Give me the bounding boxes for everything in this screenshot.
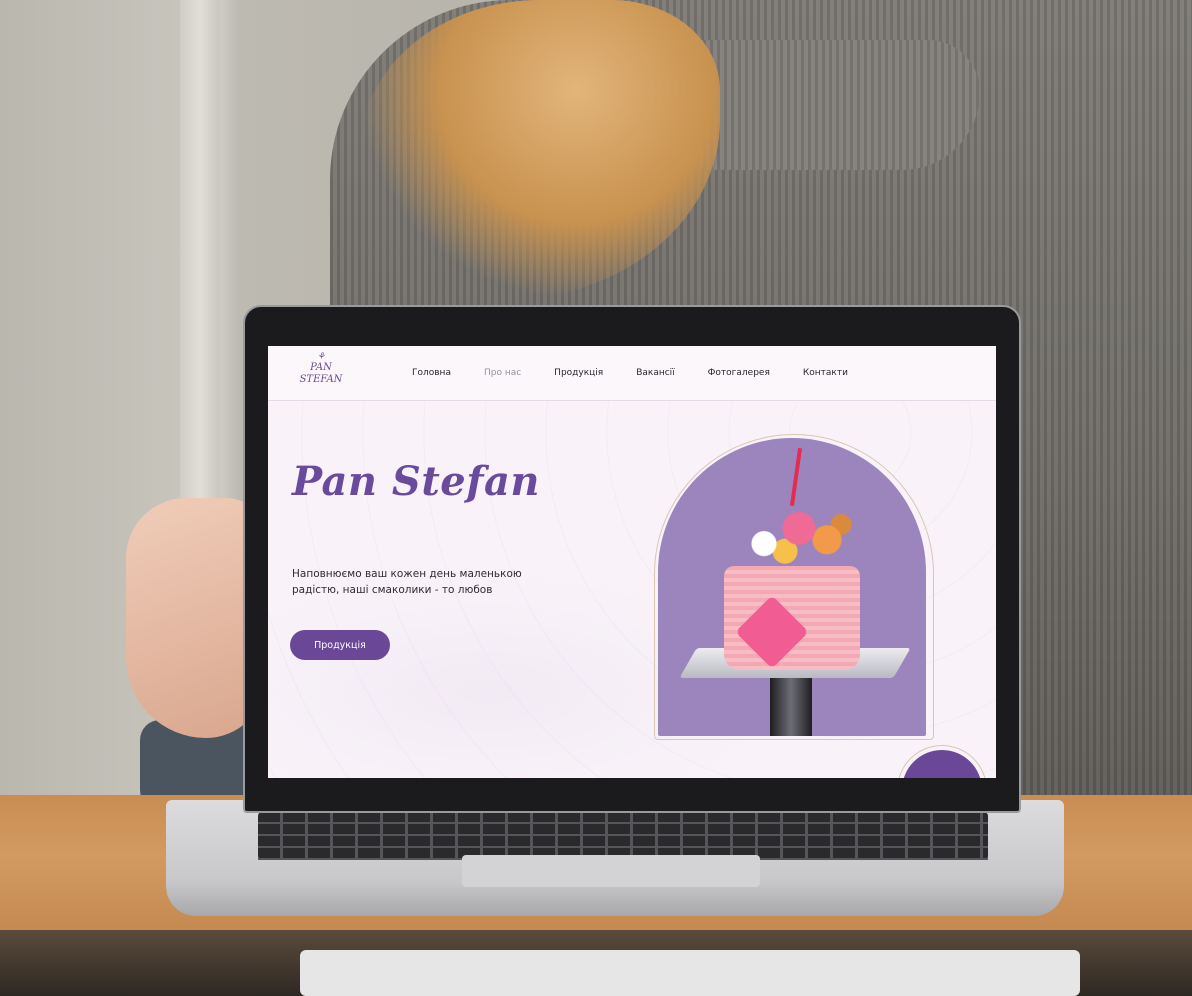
nav-item-vacancies[interactable]: Вакансії — [636, 368, 674, 378]
products-button[interactable]: Продукція — [290, 630, 390, 660]
laptop-keyboard — [258, 812, 988, 860]
hero-title: Pan Stefan — [292, 458, 540, 505]
nav-item-contacts[interactable]: Контакти — [803, 368, 848, 378]
nav-item-home[interactable]: Головна — [412, 368, 451, 378]
site-logo[interactable]: ⚘ PAN STEFAN — [296, 352, 346, 386]
main-nav: Головна Про нас Продукція Вакансії Фотог… — [412, 368, 881, 378]
nav-item-gallery[interactable]: Фотогалерея — [708, 368, 770, 378]
laptop-trackpad — [462, 855, 760, 887]
site-header: ⚘ PAN STEFAN Головна Про нас Продукція В… — [268, 346, 996, 401]
cake-stand-leg — [770, 678, 812, 736]
logo-line-2: STEFAN — [299, 374, 343, 385]
cake-image — [658, 438, 926, 736]
logo-line-1: PAN — [310, 362, 332, 373]
nav-item-about[interactable]: Про нас — [484, 368, 521, 378]
logo-mark-icon: ⚘ — [316, 352, 326, 362]
foreground-keyboard — [300, 950, 1080, 996]
wall-strip — [180, 0, 220, 520]
laptop-screen: ⚘ PAN STEFAN Головна Про нас Продукція В… — [268, 346, 996, 778]
decorative-circle — [902, 750, 982, 778]
hero-description: Наповнюємо ваш кожен день маленькою раді… — [292, 568, 522, 596]
nav-item-products[interactable]: Продукція — [554, 368, 603, 378]
cake-decorations — [722, 498, 862, 574]
